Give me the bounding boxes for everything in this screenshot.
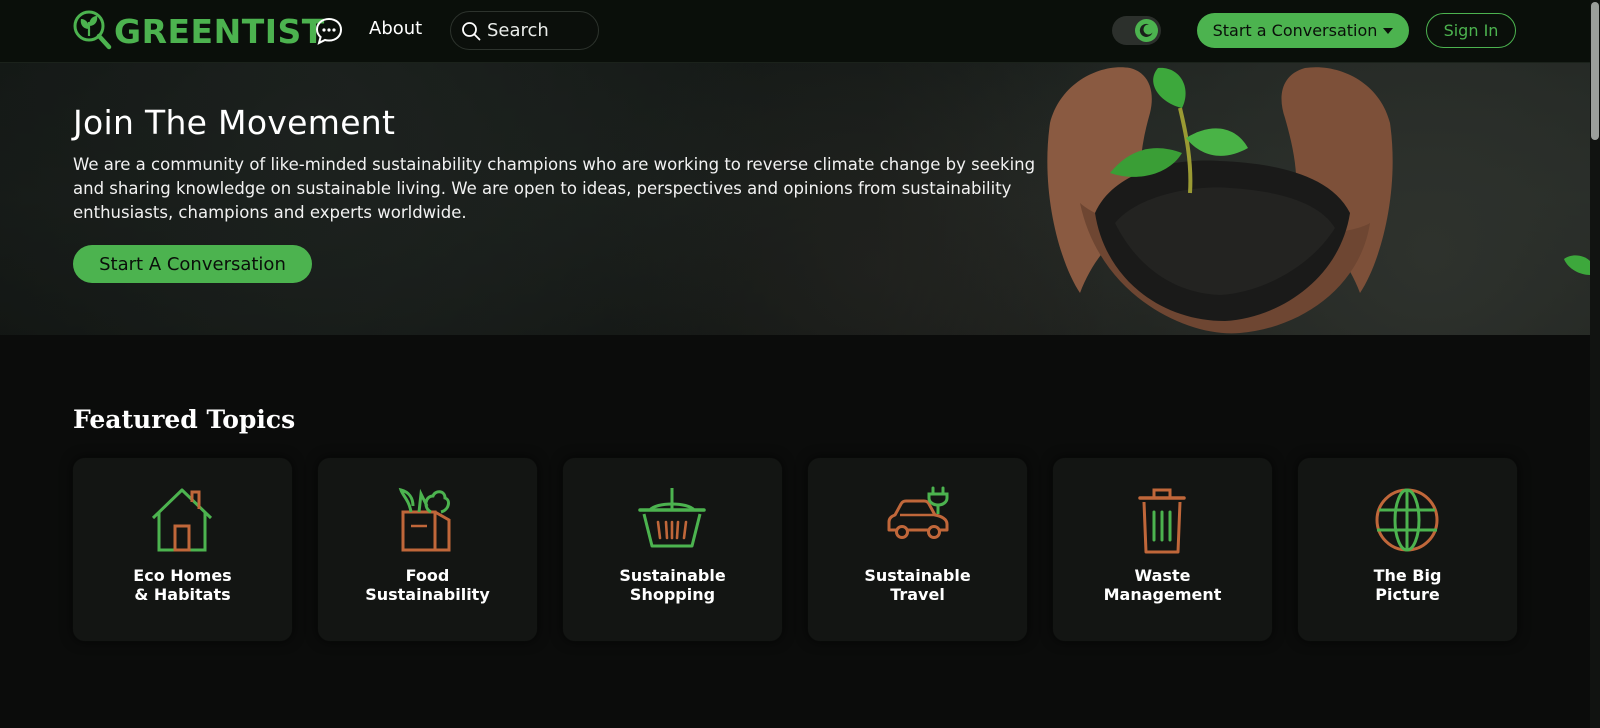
topic-card-sustainable-travel[interactable]: Sustainable Travel	[808, 458, 1027, 641]
topic-card-food-sustainability[interactable]: Food Sustainability	[318, 458, 537, 641]
start-conversation-label: Start a Conversation	[1212, 21, 1378, 40]
chat-bubble-icon[interactable]	[314, 16, 344, 46]
hero-description: We are a community of like-minded sustai…	[73, 155, 1036, 222]
electric-car-icon	[887, 486, 949, 539]
house-icon	[151, 488, 213, 552]
topic-card-big-picture[interactable]: The Big Picture	[1298, 458, 1517, 641]
trash-bin-icon	[1138, 488, 1186, 554]
topic-label: The Big Picture	[1373, 566, 1442, 604]
topic-label: Food Sustainability	[365, 566, 490, 604]
featured-topics-grid: Eco Homes & Habitats Food Sustainability…	[73, 458, 1517, 641]
scrollbar-thumb[interactable]	[1591, 2, 1599, 140]
theme-toggle[interactable]	[1112, 16, 1161, 45]
topic-card-eco-homes[interactable]: Eco Homes & Habitats	[73, 458, 292, 641]
search-icon	[462, 21, 481, 40]
grocery-bag-icon	[398, 487, 451, 552]
leaf-decoration-icon	[1564, 255, 1590, 275]
hero-start-conversation-button[interactable]: Start A Conversation	[73, 245, 312, 283]
topic-label: Waste Management	[1103, 566, 1222, 604]
caret-down-icon	[1383, 27, 1394, 34]
topic-card-sustainable-shopping[interactable]: Sustainable Shopping	[563, 458, 782, 641]
leaf-magnifier-icon	[73, 10, 112, 50]
globe-icon	[1375, 488, 1439, 552]
hero-title: Join The Movement	[73, 103, 396, 142]
topic-label: Eco Homes & Habitats	[133, 566, 232, 604]
navbar: GREENTIST About Start a Conversation Sig…	[0, 0, 1600, 63]
sign-in-button[interactable]: Sign In	[1426, 13, 1516, 48]
hero-banner: Join The Movement We are a community of …	[0, 63, 1590, 335]
nav-about-link[interactable]: About	[369, 18, 422, 39]
brand-logo[interactable]: GREENTIST	[72, 9, 325, 53]
topic-label: Sustainable Shopping	[619, 566, 726, 604]
topic-card-waste-management[interactable]: Waste Management	[1053, 458, 1272, 641]
search-input[interactable]	[487, 20, 587, 41]
moon-icon	[1139, 23, 1153, 37]
hands-with-seedling-image	[1047, 67, 1393, 334]
brand-name: GREENTIST	[114, 11, 325, 51]
basket-icon	[638, 488, 706, 548]
start-conversation-dropdown[interactable]: Start a Conversation	[1197, 13, 1409, 48]
featured-topics-heading: Featured Topics	[73, 405, 296, 434]
topic-label: Sustainable Travel	[864, 566, 971, 604]
search-box[interactable]	[450, 11, 599, 50]
